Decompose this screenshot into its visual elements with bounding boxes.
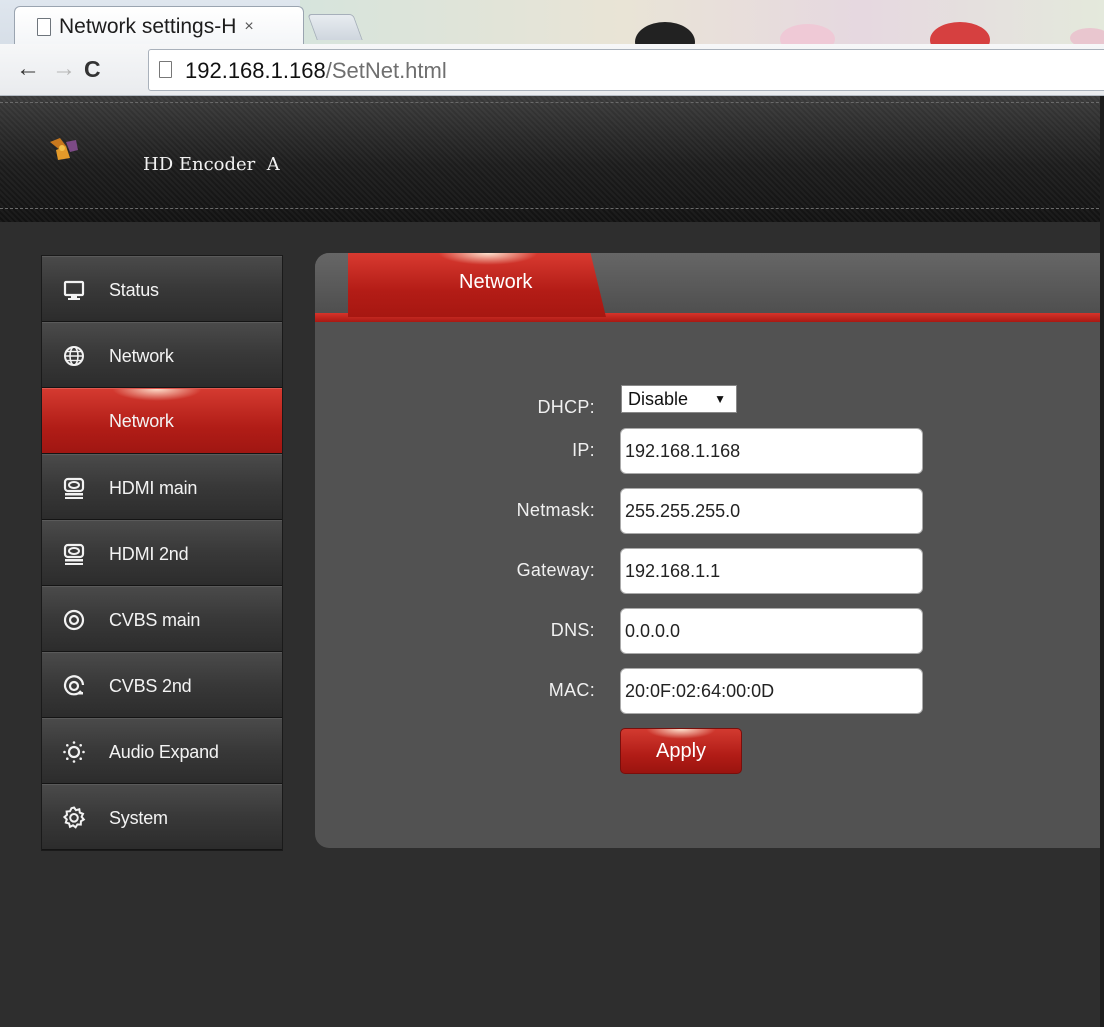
sidebar-item-system[interactable]: System — [42, 784, 282, 850]
netmask-label: Netmask: — [516, 500, 595, 520]
sidebar-item-status[interactable]: Status — [42, 256, 282, 322]
gear-icon — [62, 806, 86, 829]
brand-logo-icon — [50, 138, 78, 160]
window-edge — [1100, 96, 1104, 1027]
sun-icon — [63, 741, 85, 763]
page-icon — [159, 61, 172, 78]
page-icon — [37, 18, 51, 36]
apply-button[interactable]: Apply — [620, 728, 742, 774]
sidebar-item-cvbs-main[interactable]: CVBS main — [42, 586, 282, 652]
url-host: 192.168.1.168 — [185, 58, 326, 83]
sidebar-item-audio-expand[interactable]: Audio Expand — [42, 718, 282, 784]
hdmi-icon — [63, 477, 85, 499]
header-divider — [0, 102, 1104, 103]
browser-toolbar: ← → C 192.168.1.168/SetNet.html — [0, 44, 1104, 96]
close-icon[interactable]: × — [244, 18, 253, 36]
sidebar-item-hdmi-main[interactable]: HDMI main — [42, 454, 282, 520]
sidebar-item-label: Audio Expand — [109, 742, 219, 762]
sidebar-item-label: Status — [109, 280, 159, 300]
settings-panel: Network DHCP: Disable ▼ IP: Netmask: Gat… — [315, 253, 1104, 848]
globe-icon — [64, 346, 84, 366]
reload-icon[interactable]: C — [84, 55, 101, 83]
sidebar-item-cvbs-2nd[interactable]: CVBS 2nd — [42, 652, 282, 718]
gateway-label: Gateway: — [516, 560, 595, 580]
ip-label: IP: — [572, 440, 595, 460]
sidebar-item-label: HDMI 2nd — [109, 544, 189, 564]
mac-row: MAC: — [315, 668, 1104, 714]
dhcp-label: DHCP: — [537, 397, 595, 417]
tabstrip-background — [300, 0, 1104, 62]
dropdown-arrow-icon: ▼ — [714, 392, 726, 406]
gateway-field[interactable] — [620, 548, 923, 594]
sidebar-item-label: Network — [109, 346, 174, 366]
mac-field[interactable] — [620, 668, 923, 714]
page-header: HD Encoder A — [0, 96, 1104, 222]
target-icon — [63, 675, 85, 696]
hdmi-icon — [63, 543, 85, 565]
sidebar-item-hdmi-2nd[interactable]: HDMI 2nd — [42, 520, 282, 586]
address-bar[interactable]: 192.168.1.168/SetNet.html — [148, 49, 1104, 91]
tab-label: Network — [459, 271, 533, 293]
device-name: HD Encoder A — [143, 154, 280, 175]
tab-network[interactable]: Network — [348, 253, 606, 317]
dhcp-row: DHCP: Disable ▼ — [315, 385, 1104, 431]
tab-title: Network settings-H — [59, 15, 237, 38]
mac-label: MAC: — [548, 680, 595, 700]
apply-button-label: Apply — [655, 739, 707, 762]
ip-field[interactable] — [620, 428, 923, 474]
gateway-row: Gateway: — [315, 548, 1104, 594]
sidebar: Status Network Network HDMI main HDMI 2n… — [41, 255, 283, 851]
netmask-row: Netmask: — [315, 488, 1104, 534]
netmask-field[interactable] — [620, 488, 923, 534]
sidebar-item-label: HDMI main — [109, 478, 198, 498]
target-icon — [63, 609, 85, 631]
monitor-icon — [63, 280, 85, 300]
browser-tab[interactable]: Network settings-H × — [14, 6, 304, 44]
forward-arrow-icon[interactable]: → — [52, 55, 76, 83]
sidebar-item-network[interactable]: Network — [42, 388, 282, 454]
dns-row: DNS: — [315, 608, 1104, 654]
dns-label: DNS: — [550, 620, 595, 640]
sidebar-item-network-group[interactable]: Network — [42, 322, 282, 388]
dns-field[interactable] — [620, 608, 923, 654]
url-text: 192.168.1.168/SetNet.html — [185, 58, 447, 84]
header-divider — [0, 208, 1104, 209]
sidebar-item-label: Network — [109, 411, 174, 431]
sidebar-item-label: CVBS main — [109, 610, 201, 630]
back-arrow-icon[interactable]: ← — [16, 55, 40, 83]
ip-row: IP: — [315, 428, 1104, 474]
browser-chrome: Network settings-H × ← → C 192.168.1.168… — [0, 0, 1104, 96]
new-tab-button[interactable] — [307, 14, 363, 40]
sidebar-item-label: System — [109, 808, 168, 828]
dhcp-selected-value: Disable — [628, 389, 689, 409]
sidebar-item-label: CVBS 2nd — [109, 676, 192, 696]
url-path: /SetNet.html — [325, 58, 447, 83]
dhcp-select[interactable]: Disable ▼ — [621, 385, 737, 413]
